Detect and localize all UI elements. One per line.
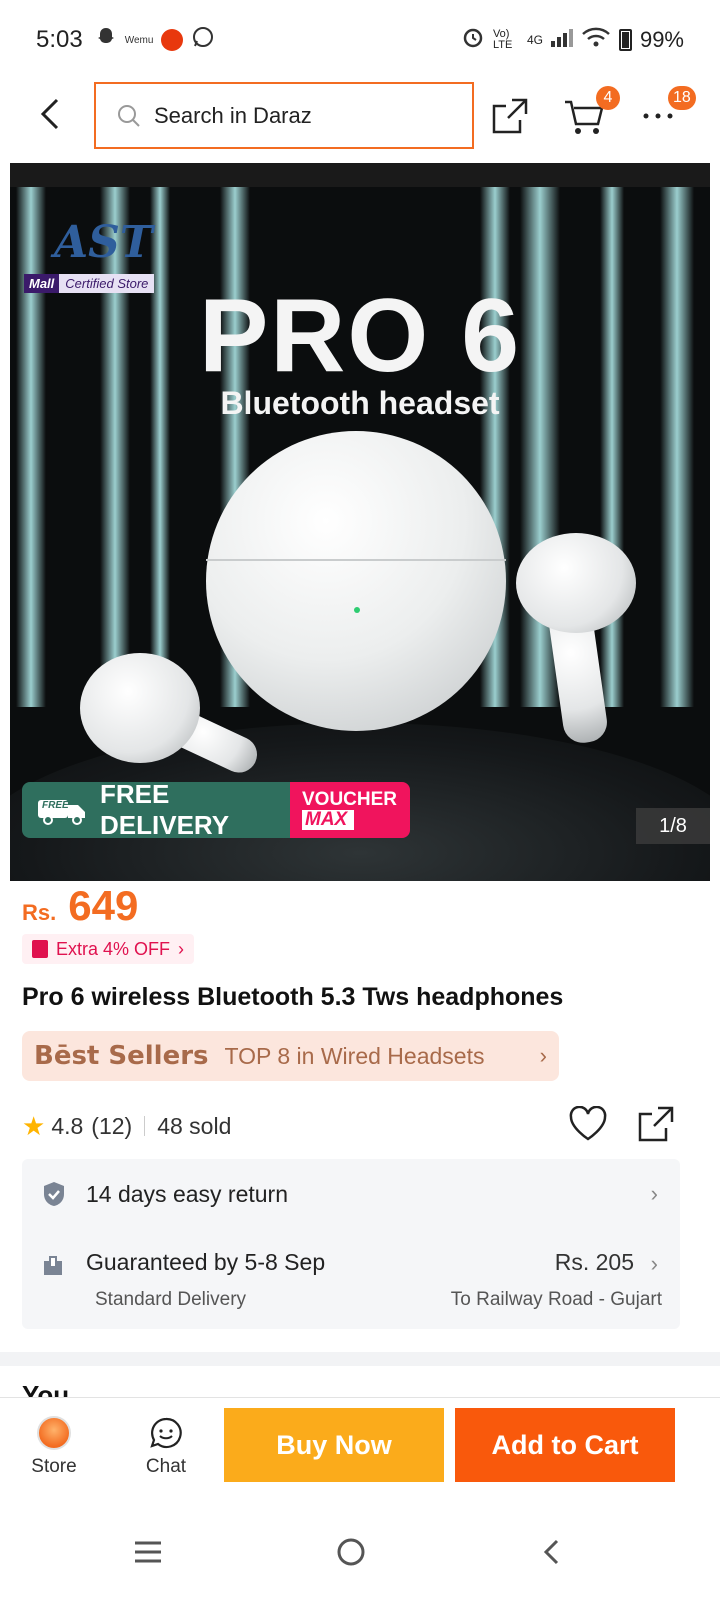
shield-check-icon: [44, 1182, 64, 1206]
voucher-max-promo: VOUCHER MAX: [290, 782, 410, 838]
image-counter: 1/8: [636, 808, 710, 844]
more-button[interactable]: 18: [634, 86, 696, 140]
best-sellers-logo: Bēst Sellers: [34, 1041, 209, 1071]
delivery-destination: To Railway Road - Gujart: [450, 1289, 662, 1310]
status-right: Vo) LTE 4G 99%: [461, 25, 684, 55]
delivery-row[interactable]: Guaranteed by 5-8 Sep Standard Delivery …: [22, 1243, 680, 1323]
delivery-type-label: Standard Delivery: [95, 1289, 247, 1310]
price-currency: Rs.: [22, 900, 57, 925]
brand-logo-text: AST: [54, 217, 153, 268]
share-product-button[interactable]: [632, 1100, 680, 1148]
battery-icon: [618, 29, 632, 51]
chevron-right-icon: ›: [178, 938, 185, 959]
review-count[interactable]: (12): [91, 1113, 132, 1140]
free-badge-label: FREE: [42, 800, 69, 811]
chevron-left-icon: [543, 1539, 559, 1565]
recent-apps-button[interactable]: [118, 1527, 178, 1577]
rating-row: ★ 4.8 (12) 48 sold: [22, 1106, 698, 1146]
add-to-cart-button[interactable]: Add to Cart: [455, 1408, 675, 1482]
earbuds-case: [206, 431, 506, 731]
divider: [144, 1116, 146, 1136]
best-sellers-banner[interactable]: Bēst Sellers TOP 8 in Wired Headsets ›: [22, 1031, 559, 1081]
chat-icon: [150, 1417, 182, 1449]
return-policy-label: 14 days easy return: [86, 1180, 289, 1207]
cart-count-badge: 4: [596, 86, 620, 110]
promo-banner: FREE FREE DELIVERY VOUCHER MAX: [22, 782, 410, 838]
rating-value[interactable]: 4.8: [51, 1113, 83, 1140]
left-earbud-head: [80, 653, 200, 763]
store-label: Store: [31, 1456, 77, 1477]
chevron-right-icon: ›: [539, 1043, 547, 1068]
star-icon: ★: [22, 1110, 46, 1141]
chat-button[interactable]: Chat: [124, 1416, 208, 1486]
price: Rs. 649: [22, 882, 138, 930]
product-image-subheadline: Bluetooth headset: [220, 385, 500, 421]
next-section-heading: You: [22, 1380, 70, 1398]
chevron-left-icon: [40, 98, 59, 130]
delivery-box-icon: [42, 1255, 64, 1282]
snapchat-icon: [95, 26, 117, 55]
best-sellers-rank: TOP 8 in Wired Headsets: [224, 1042, 485, 1069]
share-icon: [492, 98, 528, 134]
notification-app-label: Wemu: [124, 34, 154, 46]
section-divider: [0, 1352, 720, 1366]
extra-off-label: Extra 4% OFF: [56, 938, 171, 959]
system-back-button[interactable]: [522, 1527, 582, 1577]
more-icon: [643, 113, 673, 119]
buy-now-button[interactable]: Buy Now: [224, 1408, 444, 1482]
chevron-right-icon: ›: [650, 1181, 658, 1206]
battery-percent: 99%: [639, 27, 684, 52]
record-icon: [161, 29, 184, 51]
free-delivery-label: FREE DELIVERY: [100, 782, 230, 838]
image-top-bar: [10, 163, 710, 187]
cart-button[interactable]: 4: [560, 86, 620, 140]
delivery-guarantee-label: Guaranteed by 5-8 Sep: [86, 1249, 326, 1275]
menu-icon: [135, 1541, 161, 1563]
store-button[interactable]: Store: [12, 1416, 96, 1486]
right-earbud-head: [516, 533, 636, 633]
signal-label: 4G: [526, 33, 543, 47]
store-avatar-icon: [37, 1416, 71, 1450]
service-info-box: 14 days easy return › Guaranteed by 5-8 …: [22, 1159, 680, 1329]
search-icon: [118, 104, 140, 127]
price-value: 649: [68, 882, 139, 929]
home-button[interactable]: [321, 1527, 381, 1577]
bottom-action-bar: Store Chat Buy Now Add to Cart: [0, 1397, 720, 1497]
whatsapp-icon: [191, 25, 215, 56]
wifi-icon: [581, 26, 611, 54]
voucher-tag-icon: [32, 940, 48, 958]
back-button[interactable]: [30, 94, 70, 134]
chat-label: Chat: [145, 1456, 187, 1477]
delivery-fee: Rs. 205: [554, 1249, 634, 1275]
system-navigation-bar: [0, 1497, 720, 1608]
share-icon: [638, 1106, 674, 1142]
return-policy-row[interactable]: 14 days easy return ›: [22, 1159, 680, 1229]
top-header: Search in Daraz 4 18: [0, 80, 720, 150]
wishlist-button[interactable]: [564, 1100, 612, 1148]
status-bar: 5:03 Wemu Vo) LTE 4G 99%: [0, 0, 720, 80]
product-image-carousel[interactable]: AST Mall Certified Store PRO 6 Bluetooth…: [10, 163, 710, 881]
signal-icon: [550, 27, 573, 53]
sold-count: 48 sold: [157, 1112, 232, 1139]
status-left: 5:03 Wemu: [36, 25, 215, 56]
search-placeholder: Search in Daraz: [154, 102, 312, 128]
network-type-label: Vo) LTE: [492, 28, 513, 51]
product-image-headline: PRO 6: [198, 278, 522, 394]
free-delivery-promo: FREE FREE DELIVERY: [22, 782, 290, 838]
chevron-right-icon: ›: [650, 1251, 658, 1276]
heart-icon: [569, 1106, 607, 1141]
delivery-truck-icon: FREE: [34, 794, 90, 826]
voucher-label: VOUCHER: [302, 789, 398, 810]
search-input[interactable]: Search in Daraz: [94, 82, 474, 149]
alarm-icon: [461, 25, 485, 55]
status-time: 5:03: [36, 26, 83, 53]
voucher-max-label: MAX: [302, 810, 354, 830]
more-count-badge: 18: [668, 86, 696, 110]
extra-off-voucher[interactable]: Extra 4% OFF ›: [22, 934, 195, 964]
product-title: Pro 6 wireless Bluetooth 5.3 Tws headpho…: [22, 983, 564, 1011]
home-circle-icon: [337, 1538, 365, 1566]
share-button[interactable]: [486, 92, 534, 140]
